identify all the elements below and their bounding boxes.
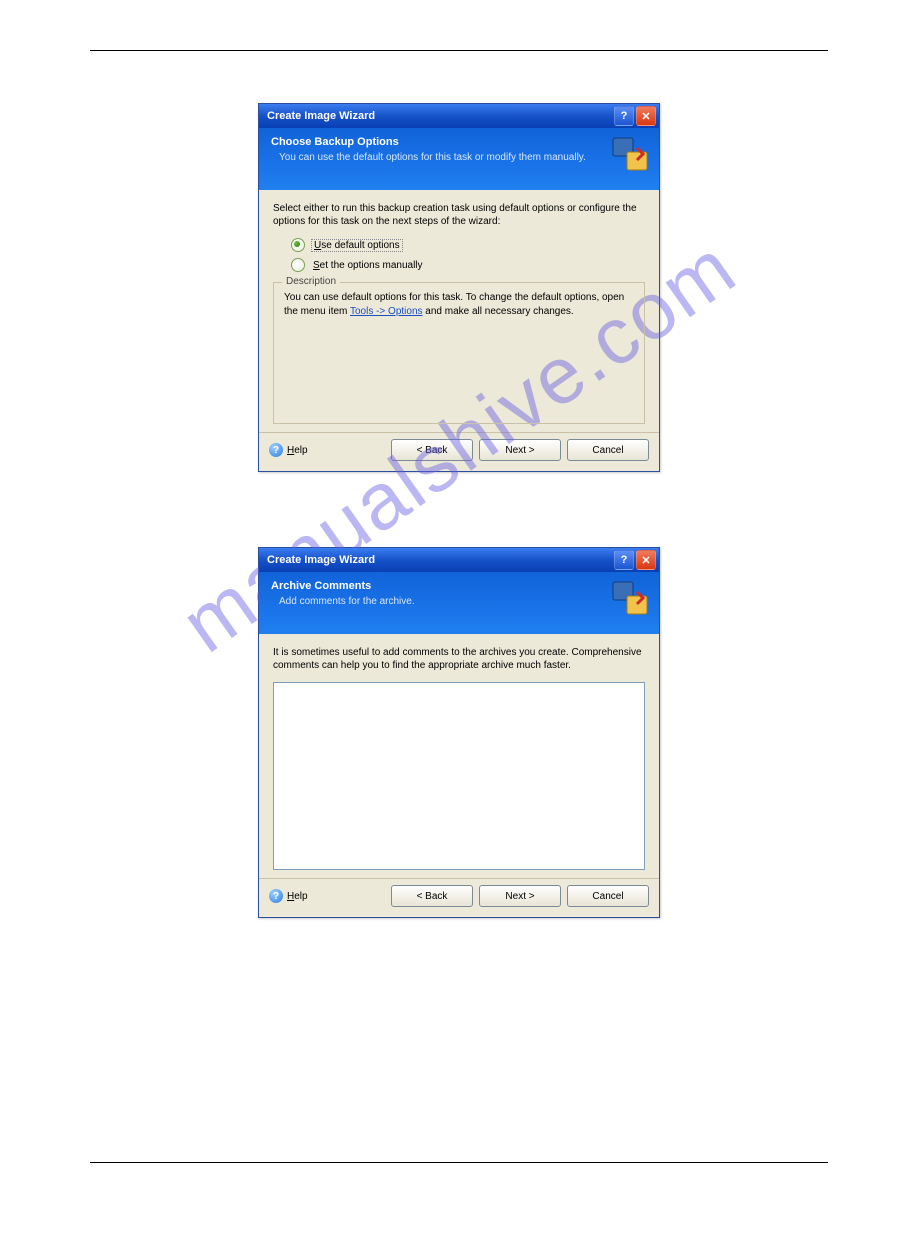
close-button[interactable]: ✕ xyxy=(636,106,656,126)
help-icon: ? xyxy=(269,443,283,457)
footer-rule xyxy=(90,1162,828,1163)
titlebar: Create Image Wizard ? ✕ xyxy=(259,104,659,128)
wizard-icon xyxy=(607,576,651,620)
wizard-body: Select either to run this backup creatio… xyxy=(259,190,659,432)
radio-icon xyxy=(291,238,305,252)
radio-set-manually[interactable]: Set the options manually xyxy=(291,258,645,272)
wizard-header: Choose Backup Options You can use the de… xyxy=(259,128,659,190)
radio-use-default[interactable]: Use default options xyxy=(291,238,645,252)
tools-options-link[interactable]: Tools -> Options xyxy=(350,306,423,317)
back-button[interactable]: < Back xyxy=(391,885,473,907)
radio-label: Set the options manually xyxy=(311,260,425,271)
description-text: You can use default options for this tas… xyxy=(284,291,634,318)
wizard-footer: ? Help < Back Next > Cancel xyxy=(259,432,659,471)
radio-icon xyxy=(291,258,305,272)
cancel-button[interactable]: Cancel xyxy=(567,439,649,461)
description-legend: Description xyxy=(282,276,340,287)
header-subtitle: Add comments for the archive. xyxy=(271,596,649,607)
radio-label: Use default options xyxy=(311,239,403,252)
window-title: Create Image Wizard xyxy=(267,554,614,566)
header-title: Choose Backup Options xyxy=(271,136,649,148)
titlebar: Create Image Wizard ? ✕ xyxy=(259,548,659,572)
cancel-button[interactable]: Cancel xyxy=(567,885,649,907)
help-icon: ? xyxy=(269,889,283,903)
close-button[interactable]: ✕ xyxy=(636,550,656,570)
instruction-text: It is sometimes useful to add comments t… xyxy=(273,646,645,672)
back-button[interactable]: < Back xyxy=(391,439,473,461)
next-button[interactable]: Next > xyxy=(479,439,561,461)
help-link[interactable]: ? Help xyxy=(269,889,308,903)
dialog-backup-options: Create Image Wizard ? ✕ Choose Backup Op… xyxy=(258,103,660,472)
comments-textarea[interactable] xyxy=(273,682,645,870)
wizard-icon xyxy=(607,132,651,176)
next-button[interactable]: Next > xyxy=(479,885,561,907)
window-title: Create Image Wizard xyxy=(267,110,614,122)
wizard-footer: ? Help < Back Next > Cancel xyxy=(259,878,659,917)
page-content: Create Image Wizard ? ✕ Choose Backup Op… xyxy=(90,50,828,918)
instruction-text: Select either to run this backup creatio… xyxy=(273,202,645,228)
wizard-body: It is sometimes useful to add comments t… xyxy=(259,634,659,878)
help-title-button[interactable]: ? xyxy=(614,550,634,570)
header-title: Archive Comments xyxy=(271,580,649,592)
description-group: Description You can use default options … xyxy=(273,282,645,424)
wizard-header: Archive Comments Add comments for the ar… xyxy=(259,572,659,634)
dialog-archive-comments: Create Image Wizard ? ✕ Archive Comments… xyxy=(258,547,660,918)
help-link[interactable]: ? Help xyxy=(269,443,308,457)
header-subtitle: You can use the default options for this… xyxy=(271,152,649,163)
help-title-button[interactable]: ? xyxy=(614,106,634,126)
